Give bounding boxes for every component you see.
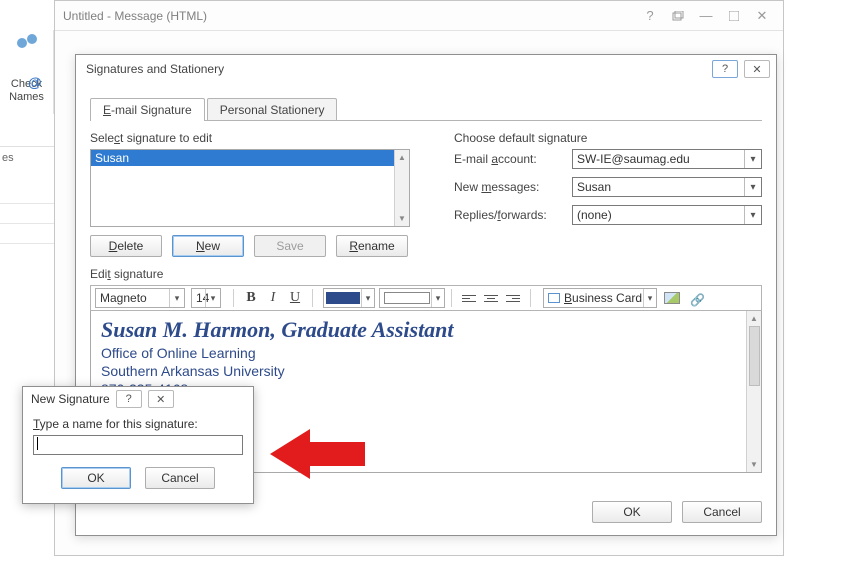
modal-ok-button[interactable]: OK (61, 467, 131, 489)
align-right-button[interactable] (502, 288, 524, 308)
replies-forwards-label: Replies/forwards: (454, 208, 564, 222)
maximize-button[interactable] (721, 6, 747, 26)
email-account-label: E-mail account: (454, 152, 564, 166)
message-window-titlebar: Untitled - Message (HTML) ? — ✕ (55, 1, 783, 31)
choose-default-heading: Choose default signature (454, 131, 762, 145)
business-card-button[interactable]: Business Card (543, 288, 657, 308)
window-title: Untitled - Message (HTML) (63, 9, 207, 23)
insert-hyperlink-button[interactable]: 🔗 (687, 288, 709, 308)
insert-picture-button[interactable] (661, 288, 683, 308)
select-signature-heading: Select signature to edit (90, 131, 430, 145)
save-button: Save (254, 235, 326, 257)
signature-list-item[interactable]: Susan (91, 150, 394, 166)
modal-prompt-label: Type a name for this signature: (33, 417, 243, 431)
bold-button[interactable]: B (240, 288, 262, 308)
new-messages-label: New messages: (454, 180, 564, 194)
rename-button[interactable]: Rename (336, 235, 408, 257)
new-messages-combo[interactable]: Susan (572, 177, 762, 197)
modal-close-button[interactable]: ✕ (148, 390, 174, 408)
people-icon (15, 34, 39, 58)
underline-button[interactable]: U (284, 288, 306, 308)
tab-email-signature[interactable]: E-mail Signature (90, 98, 205, 121)
modal-titlebar: New Signature ? ✕ (23, 387, 253, 411)
font-name-combo[interactable]: Magneto (95, 288, 185, 308)
dialog-titlebar: Signatures and Stationery ? ✕ (76, 55, 776, 83)
scroll-down-icon[interactable]: ▼ (395, 211, 409, 226)
dialog-help-button[interactable]: ? (712, 60, 738, 78)
link-icon: 🔗 (690, 293, 706, 303)
modal-cancel-button[interactable]: Cancel (145, 467, 215, 489)
align-left-button[interactable] (458, 288, 480, 308)
dialog-title: Signatures and Stationery (86, 62, 224, 76)
format-toolbar: Magneto 14 B I U Business Card 🔗 (90, 285, 762, 311)
minimize-button[interactable]: — (693, 6, 719, 26)
scroll-down-icon[interactable]: ▼ (747, 457, 761, 472)
scroll-up-icon[interactable]: ▲ (395, 150, 409, 165)
modal-title: New Signature (31, 392, 110, 406)
font-color-combo[interactable] (323, 288, 375, 308)
ribbon-fragment: @ Check Names es (0, 30, 55, 150)
tab-personal-stationery[interactable]: Personal Stationery (207, 98, 338, 121)
callout-arrow-icon (270, 424, 370, 487)
cancel-button[interactable]: Cancel (682, 501, 762, 523)
help-button[interactable]: ? (637, 6, 663, 26)
modal-help-button[interactable]: ? (116, 390, 142, 408)
scrollbar[interactable]: ▲ ▼ (394, 150, 409, 226)
signature-list[interactable]: Susan ▲ ▼ (90, 149, 410, 227)
signature-line: Office of Online Learning (101, 345, 751, 361)
new-signature-dialog: New Signature ? ✕ Type a name for this s… (22, 386, 254, 504)
edit-signature-heading: Edit signature (90, 267, 762, 281)
underlying-rows (0, 184, 55, 244)
ribbon-group-caption: es (2, 152, 14, 164)
new-button[interactable]: New (172, 235, 244, 257)
italic-button[interactable]: I (262, 288, 284, 308)
font-size-combo[interactable]: 14 (191, 288, 221, 308)
ok-button[interactable]: OK (592, 501, 672, 523)
picture-icon (664, 292, 680, 304)
align-center-button[interactable] (480, 288, 502, 308)
close-button[interactable]: ✕ (749, 6, 775, 26)
signature-line: Southern Arkansas University (101, 363, 751, 379)
replies-forwards-combo[interactable]: (none) (572, 205, 762, 225)
delete-button[interactable]: Delete (90, 235, 162, 257)
restore-button[interactable] (665, 6, 691, 26)
dialog-close-button[interactable]: ✕ (744, 60, 770, 78)
at-icon: @ (28, 74, 42, 90)
auto-color-combo[interactable] (379, 288, 445, 308)
email-account-combo[interactable]: SW-IE@saumag.edu (572, 149, 762, 169)
signature-line-name: Susan M. Harmon, Graduate Assistant (101, 317, 751, 343)
editor-scrollbar[interactable]: ▲ ▼ (746, 311, 761, 472)
scroll-thumb[interactable] (749, 326, 760, 386)
signature-name-input[interactable] (33, 435, 243, 455)
scroll-up-icon[interactable]: ▲ (747, 311, 761, 326)
